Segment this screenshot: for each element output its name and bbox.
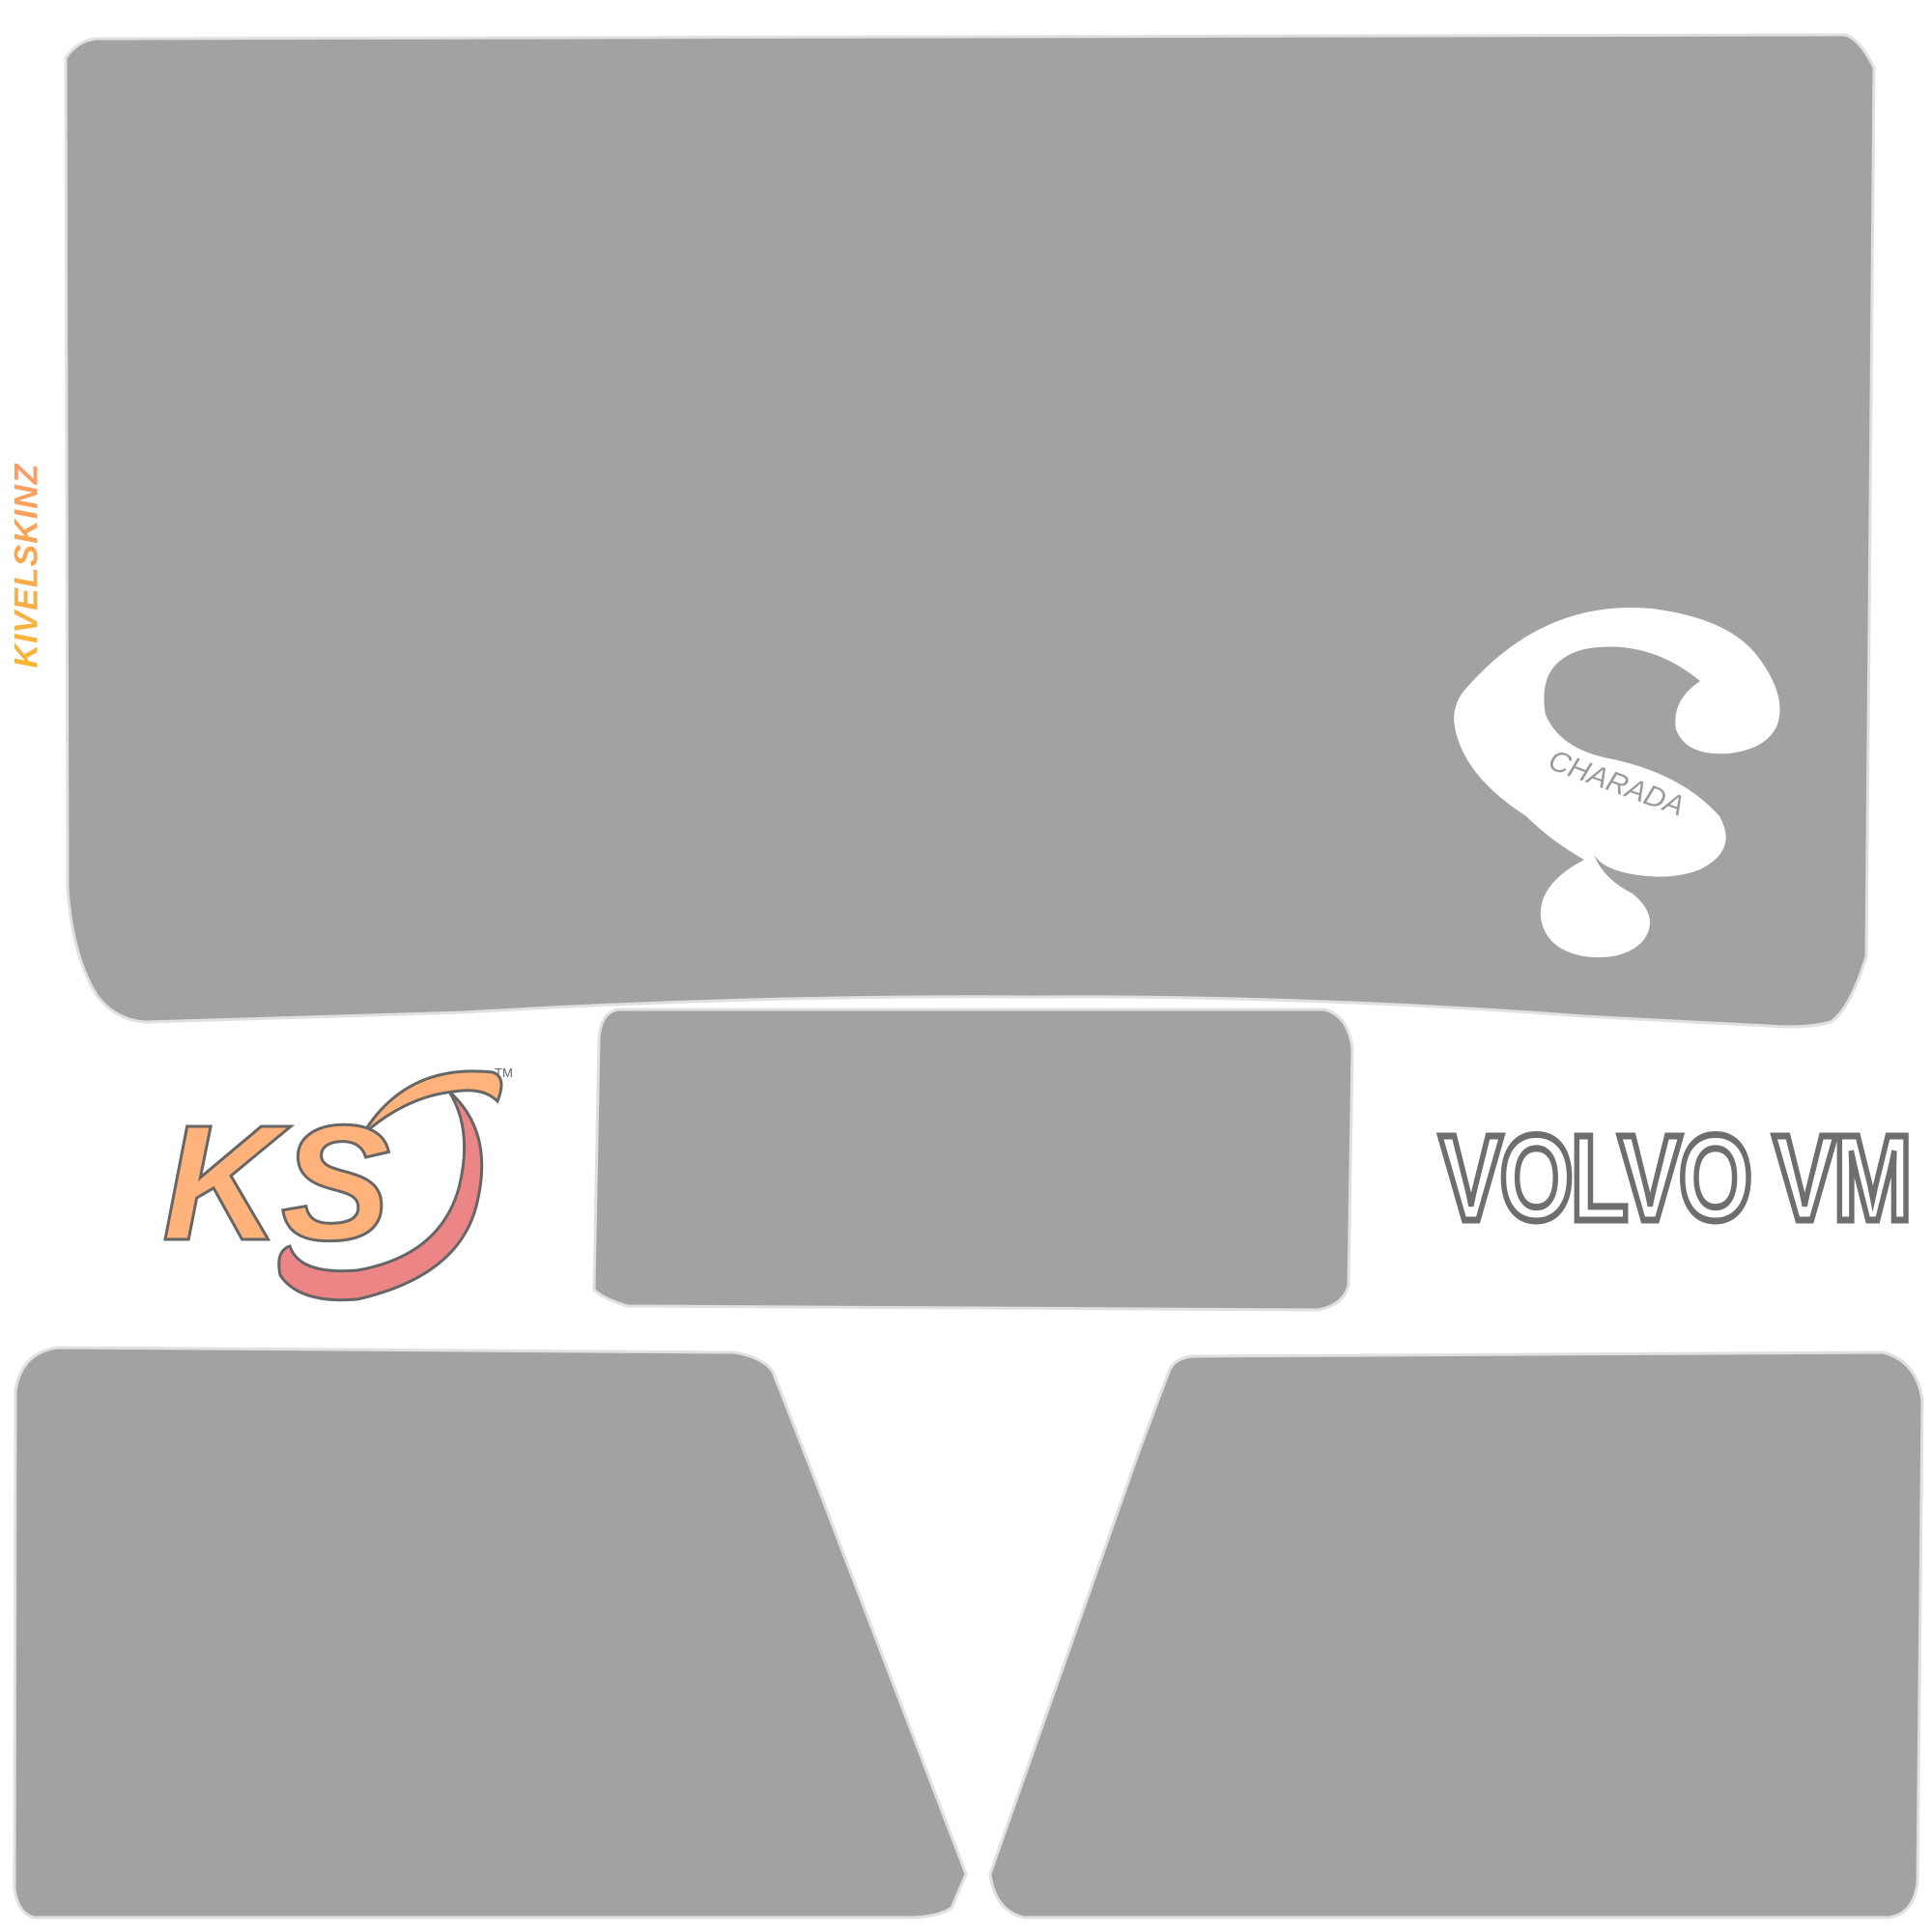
template-canvas: CHARADA KS TM	[13, 33, 1924, 1919]
model-title-text: VOLVO VM	[1436, 1110, 1915, 1246]
trademark-mark: TM	[495, 1065, 513, 1080]
side-brand-label: KIVELSKINZ	[8, 425, 46, 705]
ks-brand-logo-icon: KS TM	[161, 1065, 513, 1302]
middle-panel	[592, 1008, 1354, 1312]
bottom-left-panel	[13, 1346, 968, 1919]
skin-template-sheet: CHARADA KS TM KIVELSKINZ VOLVO VM	[0, 0, 1932, 1932]
side-brand-text: KIVELSKINZ	[8, 462, 45, 668]
logo-letters: KS	[162, 1092, 390, 1275]
bottom-right-panel	[988, 1350, 1924, 1919]
model-title: VOLVO VM	[1436, 1111, 1915, 1246]
